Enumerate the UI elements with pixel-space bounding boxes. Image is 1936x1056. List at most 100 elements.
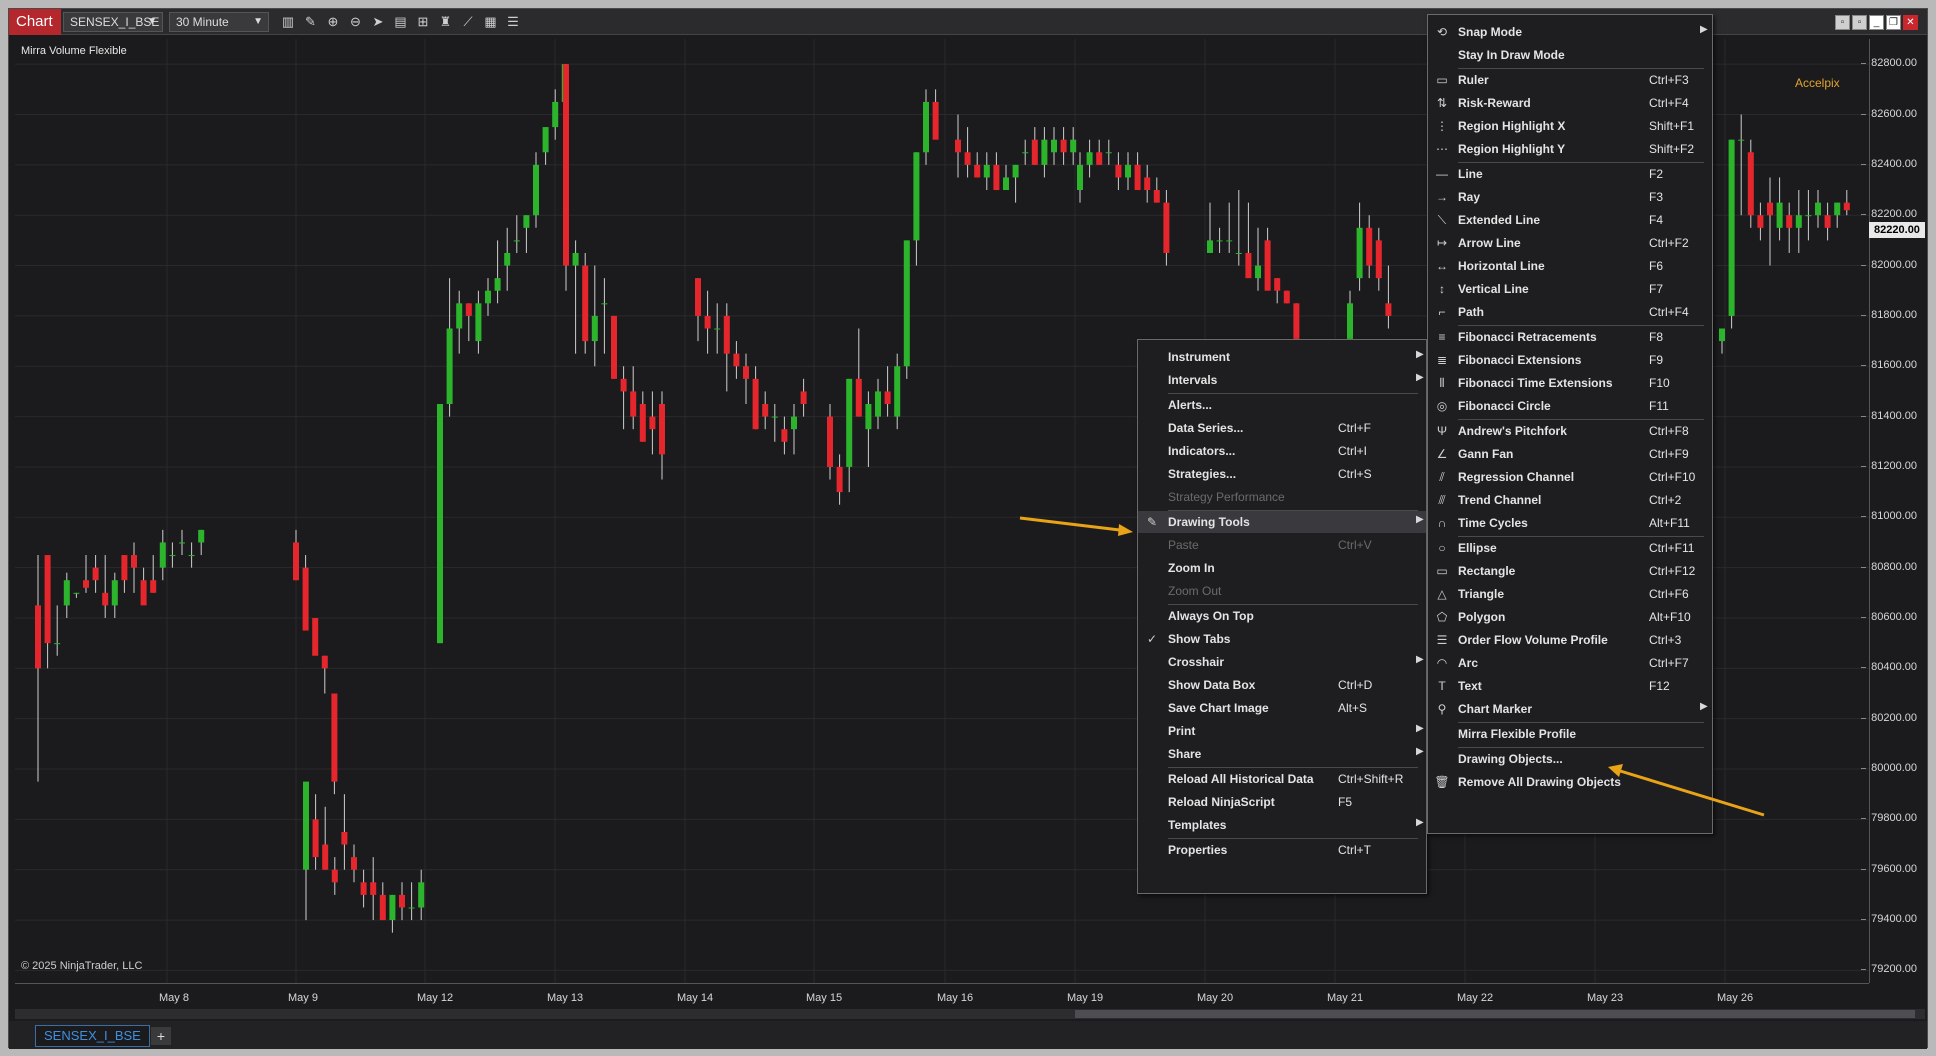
add-tab-button[interactable]: + [151, 1027, 171, 1045]
ctx-item-print[interactable]: Print ▶ [1138, 720, 1426, 742]
ctx-item-intervals[interactable]: Intervals ▶ [1138, 369, 1426, 391]
draw-item-rectangle[interactable]: ▭ Rectangle Ctrl+F12 [1428, 560, 1712, 582]
pencil-icon[interactable]: ✎ [302, 13, 320, 31]
ctx-item-properties[interactable]: Properties Ctrl+T [1138, 839, 1426, 861]
properties-icon[interactable]: ⊞ [414, 13, 432, 31]
draw-item-gann-fan[interactable]: ∠ Gann Fan Ctrl+F9 [1428, 443, 1712, 465]
draw-item-risk-reward[interactable]: ⇅ Risk-Reward Ctrl+F4 [1428, 92, 1712, 114]
draw-item-time-cycles[interactable]: ∩ Time Cycles Alt+F11 [1428, 512, 1712, 534]
menu-item-label: Reload NinjaScript [1168, 795, 1275, 809]
ctx-item-drawing-tools[interactable]: ✎ Drawing Tools ▶ [1138, 511, 1426, 533]
menu-item-shortcut: F6 [1649, 259, 1664, 273]
draw-item-region-highlight-x[interactable]: ⋮ Region Highlight X Shift+F1 [1428, 115, 1712, 137]
draw-item-line[interactable]: — Line F2 [1428, 163, 1712, 185]
menu-item-label: Regression Channel [1458, 470, 1575, 484]
zoom-out-icon[interactable]: ⊖ [347, 13, 365, 31]
drawing-tool-icon[interactable]: ⟋ [459, 13, 477, 31]
menu-item-shortcut: Ctrl+2 [1649, 493, 1682, 507]
ctx-item-instrument[interactable]: Instrument ▶ [1138, 346, 1426, 368]
menu-item-label: Strategies... [1168, 467, 1237, 481]
menu-item-label: Fibonacci Time Extensions [1458, 376, 1613, 390]
draw-item-triangle[interactable]: △ Triangle Ctrl+F6 [1428, 583, 1712, 605]
draw-item-mirra-flexible-profile[interactable]: Mirra Flexible Profile [1428, 723, 1712, 745]
ctx-item-alerts[interactable]: Alerts... [1138, 394, 1426, 416]
ctx-item-share[interactable]: Share ▶ [1138, 743, 1426, 765]
scrollbar-thumb[interactable] [1075, 1010, 1915, 1018]
ctx-item-crosshair[interactable]: Crosshair ▶ [1138, 651, 1426, 673]
ctx-item-always-on-top[interactable]: Always On Top [1138, 605, 1426, 627]
candle [1795, 190, 1802, 253]
ray-icon: → [1436, 190, 1448, 204]
ctx-item-indicators[interactable]: Indicators... Ctrl+I [1138, 440, 1426, 462]
draw-item-fibonacci-time-extensions[interactable]: ⦀ Fibonacci Time Extensions F10 [1428, 372, 1712, 394]
draw-item-chart-marker[interactable]: ⚲ Chart Marker ▶ [1428, 698, 1712, 720]
draw-item-text[interactable]: T Text F12 [1428, 675, 1712, 697]
draw-item-andrew-s-pitchfork[interactable]: Ψ Andrew's Pitchfork Ctrl+F8 [1428, 420, 1712, 442]
draw-item-trend-channel[interactable]: ⫻ Trend Channel Ctrl+2 [1428, 489, 1712, 511]
ctx-item-reload-ninjascript[interactable]: Reload NinjaScript F5 [1138, 791, 1426, 813]
list-icon[interactable]: ☰ [504, 13, 522, 31]
candle-body-up [542, 127, 549, 153]
ctx-item-zoom-in[interactable]: Zoom In [1138, 557, 1426, 579]
draw-item-remove-all-drawing-objects[interactable]: 🗑 Remove All Drawing Objects [1428, 771, 1712, 793]
draw-item-arc[interactable]: ◠ Arc Ctrl+F7 [1428, 652, 1712, 674]
draw-item-fibonacci-extensions[interactable]: ≣ Fibonacci Extensions F9 [1428, 349, 1712, 371]
candle [1719, 328, 1725, 354]
menu-item-shortcut: Alt+F11 [1649, 516, 1690, 530]
draw-item-regression-channel[interactable]: ⫽ Regression Channel Ctrl+F10 [1428, 466, 1712, 488]
draw-item-polygon[interactable]: ⬠ Polygon Alt+F10 [1428, 606, 1712, 628]
draw-item-fibonacci-circle[interactable]: ◎ Fibonacci Circle F11 [1428, 395, 1712, 417]
draw-item-stay-in-draw-mode[interactable]: Stay In Draw Mode [1428, 44, 1712, 66]
data-box-icon[interactable]: ▤ [392, 13, 410, 31]
draw-item-arrow-line[interactable]: ↦ Arrow Line Ctrl+F2 [1428, 232, 1712, 254]
ctx-item-show-data-box[interactable]: Show Data Box Ctrl+D [1138, 674, 1426, 696]
draw-item-ellipse[interactable]: ○ Ellipse Ctrl+F11 [1428, 537, 1712, 559]
draw-item-snap-mode[interactable]: ⟲ Snap Mode ▶ [1428, 21, 1712, 43]
draw-item-fibonacci-retracements[interactable]: ≡ Fibonacci Retracements F8 [1428, 326, 1712, 348]
ctx-item-templates[interactable]: Templates ▶ [1138, 814, 1426, 836]
time-axis[interactable]: May 8 May 9 May 12 May 13 May 14 May 15 May 16… [15, 983, 1869, 1005]
draw-item-horizontal-line[interactable]: ↔ Horizontal Line F6 [1428, 255, 1712, 277]
tab-instrument[interactable]: SENSEX_I_BSE [35, 1025, 150, 1047]
strategy-icon[interactable]: ♜ [437, 13, 455, 31]
restore-tile-icon[interactable]: ▫ [1835, 15, 1850, 30]
tile-icon[interactable]: ▫ [1852, 15, 1867, 30]
ctx-item-save-chart-image[interactable]: Save Chart Image Alt+S [1138, 697, 1426, 719]
maximize-icon[interactable]: ❐ [1886, 15, 1901, 30]
draw-item-region-highlight-y[interactable]: ⋯ Region Highlight Y Shift+F2 [1428, 138, 1712, 160]
date-tick-label: May 15 [806, 992, 843, 1004]
draw-item-vertical-line[interactable]: ↕ Vertical Line F7 [1428, 278, 1712, 300]
zoom-in-icon[interactable]: ⊕ [324, 13, 342, 31]
candle-body-down [827, 416, 833, 467]
draw-item-order-flow-volume-profile[interactable]: ☰ Order Flow Volume Profile Ctrl+3 [1428, 629, 1712, 651]
bars-icon[interactable]: ▥ [279, 13, 297, 31]
candle-body-up [1255, 265, 1261, 279]
menu-item-shortcut: Shift+F1 [1649, 119, 1695, 133]
draw-item-path[interactable]: ⌐ Path Ctrl+F4 [1428, 301, 1712, 323]
ctx-item-strategies[interactable]: Strategies... Ctrl+S [1138, 463, 1426, 485]
draw-item-ruler[interactable]: ▭ Ruler Ctrl+F3 [1428, 69, 1712, 91]
horizontal-scrollbar[interactable] [15, 1009, 1925, 1019]
draw-item-extended-line[interactable]: ⟍ Extended Line F4 [1428, 209, 1712, 231]
price-axis[interactable]: 82800.00 82600.00 82400.00 82200.00 82000.00… [1861, 39, 1925, 983]
candle [1022, 139, 1029, 165]
close-icon[interactable]: ✕ [1903, 15, 1918, 30]
candle [800, 378, 807, 417]
candle [591, 265, 598, 367]
interval-select[interactable]: 30 Minute ▼ [169, 12, 269, 32]
pointer-icon[interactable]: ➤ [369, 13, 387, 31]
ctx-item-data-series[interactable]: Data Series... Ctrl+F [1138, 417, 1426, 439]
candle-body-up [389, 894, 396, 921]
date-tick-label: May 14 [677, 992, 714, 1004]
candle [35, 555, 41, 782]
candle-body-down [121, 555, 128, 581]
draw-item-drawing-objects[interactable]: Drawing Objects... [1428, 748, 1712, 770]
ctx-item-reload-all-historical-data[interactable]: Reload All Historical Data Ctrl+Shift+R [1138, 768, 1426, 790]
candle [360, 869, 367, 908]
minimize-icon[interactable]: _ [1869, 15, 1884, 30]
ctx-item-show-tabs[interactable]: ✓ Show Tabs [1138, 628, 1426, 650]
candle-body-up [1077, 164, 1083, 191]
draw-item-ray[interactable]: → Ray F3 [1428, 186, 1712, 208]
calculator-icon[interactable]: ▦ [482, 13, 500, 31]
instrument-select[interactable]: SENSEX_I_BSE ▼ [63, 12, 163, 32]
